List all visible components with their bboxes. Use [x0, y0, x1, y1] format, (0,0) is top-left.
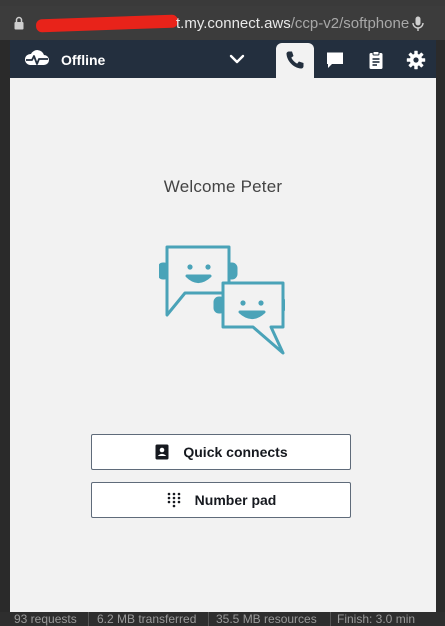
chat-bubbles-illustration — [159, 245, 285, 355]
tab-phone[interactable] — [276, 43, 314, 78]
separator — [208, 612, 209, 626]
number-pad-label: Number pad — [194, 492, 277, 508]
background-page-edge — [436, 40, 445, 612]
devtools-status-bar: 93 requests 6.2 MB transferred 35.5 MB r… — [0, 612, 445, 626]
tab-chat[interactable] — [316, 43, 354, 78]
top-bar: Offline — [10, 40, 436, 78]
transferred-size: 6.2 MB transferred — [97, 612, 197, 626]
url-text: t.my.connect.aws/ccp-v2/softphone — [176, 15, 409, 32]
tab-tasks[interactable] — [357, 43, 395, 78]
chevron-down-icon — [229, 54, 245, 64]
contact-card-icon — [155, 444, 169, 460]
quick-connects-button[interactable]: Quick connects — [91, 434, 351, 470]
tab-settings[interactable] — [397, 43, 435, 78]
ccp-softphone-panel: Offline Welcome Peter Quick connects Num… — [10, 40, 436, 612]
url-host: t.my.connect.aws — [176, 15, 291, 32]
address-bar[interactable]: t.my.connect.aws/ccp-v2/softphone — [0, 6, 445, 40]
welcome-message: Welcome Peter — [163, 177, 283, 196]
chat-icon — [327, 52, 343, 68]
agent-status-label: Offline — [61, 52, 106, 68]
separator — [330, 612, 331, 626]
number-pad-button[interactable]: Number pad — [91, 482, 351, 518]
microphone-icon[interactable] — [412, 16, 424, 32]
redacted-url-segment — [35, 14, 179, 33]
resources-size: 35.5 MB resources — [216, 612, 317, 626]
phone-icon — [286, 51, 304, 69]
request-count: 93 requests — [14, 612, 77, 626]
agent-status-dropdown[interactable]: Offline — [10, 40, 272, 78]
quick-connects-label: Quick connects — [183, 444, 288, 460]
clipboard-icon — [369, 51, 383, 69]
lock-icon — [14, 16, 24, 30]
cloud-heartbeat-icon — [24, 50, 49, 65]
separator — [88, 612, 89, 626]
finish-time: Finish: 3.0 min — [337, 612, 416, 626]
url-path: /ccp-v2/softphone — [290, 15, 410, 32]
keypad-icon — [167, 492, 180, 508]
gear-icon — [406, 50, 426, 70]
